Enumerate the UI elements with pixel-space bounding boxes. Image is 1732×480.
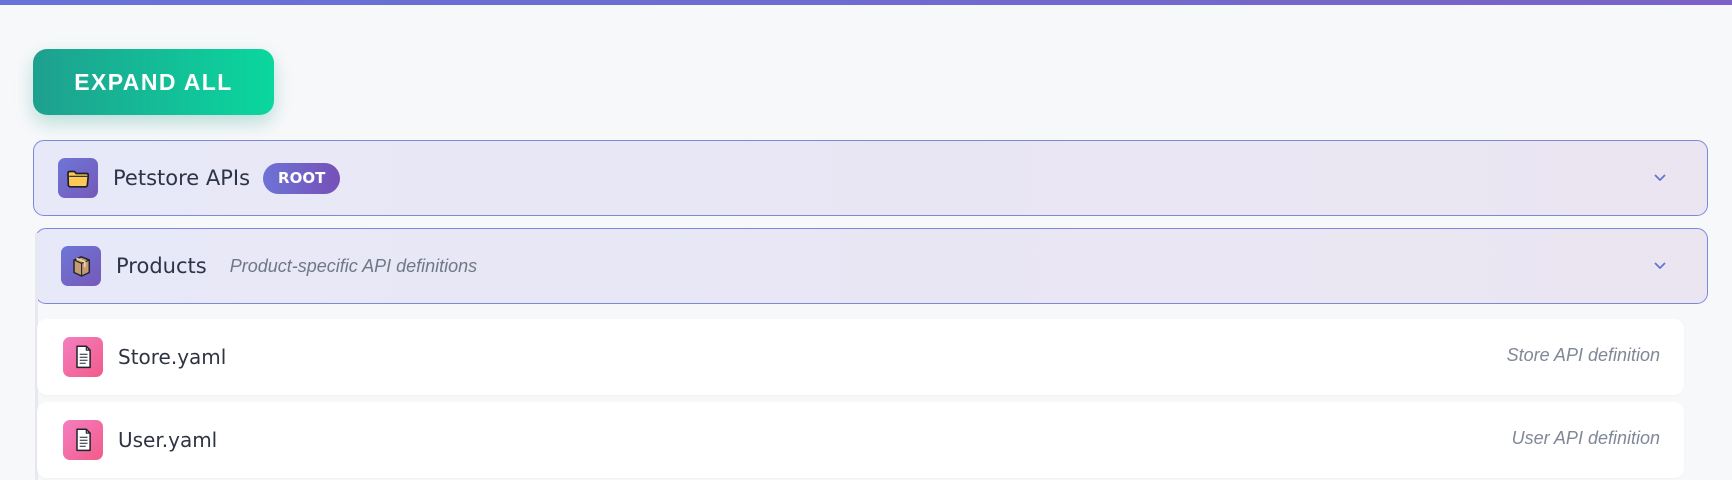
folder-description: Product-specific API definitions	[229, 255, 478, 276]
file-description: User API definition	[1511, 428, 1660, 448]
file-description: Store API definition	[1506, 345, 1660, 365]
chevron-down-icon[interactable]	[1650, 257, 1670, 275]
tree-folder-products[interactable]: Products Product-specific API definition…	[35, 228, 1708, 304]
tree-folder-petstore-apis[interactable]: Petstore APIs ROOT	[33, 140, 1708, 216]
tree-file-user-yaml[interactable]: User.yaml User API definition	[37, 402, 1684, 478]
file-name: User.yaml	[118, 428, 218, 452]
file-tree-panel: EXPAND ALL Petstore APIs ROOT Products P…	[0, 5, 1732, 480]
tree-folder-title: Petstore APIs	[113, 166, 251, 190]
file-name: Store.yaml	[118, 345, 227, 369]
package-icon	[61, 246, 101, 286]
folder-icon	[58, 158, 98, 198]
document-icon	[63, 420, 103, 460]
tree-folder-title: Products	[116, 254, 207, 278]
tree-file-store-yaml[interactable]: Store.yaml Store API definition	[37, 319, 1684, 395]
document-icon	[63, 337, 103, 377]
expand-all-button[interactable]: EXPAND ALL	[33, 49, 274, 115]
root-badge: ROOT	[263, 162, 341, 194]
chevron-down-icon[interactable]	[1650, 169, 1670, 187]
